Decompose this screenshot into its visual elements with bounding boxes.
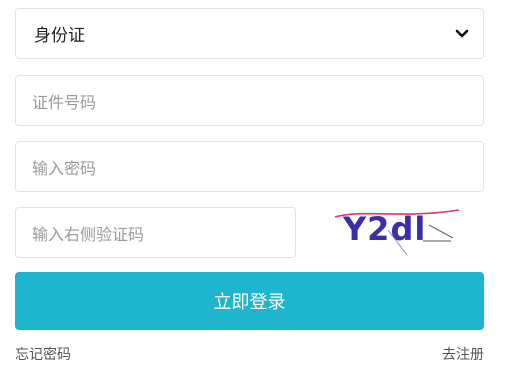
id-type-select[interactable]: 身份证 bbox=[15, 8, 484, 59]
captcha-text: Y2dl bbox=[342, 210, 426, 248]
chevron-down-icon bbox=[455, 27, 469, 41]
login-button[interactable]: 立即登录 bbox=[15, 272, 484, 330]
password-input[interactable]: 输入密码 bbox=[15, 141, 484, 192]
login-form: 身份证 证件号码 输入密码 输入右侧验证码 Y2dl 立即登录 忘记密码 去注册 bbox=[0, 0, 518, 379]
captcha-input[interactable]: 输入右侧验证码 bbox=[15, 207, 296, 258]
id-type-selected-value: 身份证 bbox=[34, 26, 85, 46]
captcha-image[interactable]: Y2dl bbox=[333, 205, 463, 257]
id-number-placeholder: 证件号码 bbox=[32, 92, 97, 112]
id-number-input[interactable]: 证件号码 bbox=[15, 75, 484, 126]
forgot-password-link[interactable]: 忘记密码 bbox=[15, 344, 71, 364]
register-link[interactable]: 去注册 bbox=[442, 344, 484, 364]
password-placeholder: 输入密码 bbox=[32, 158, 97, 178]
captcha-placeholder: 输入右侧验证码 bbox=[32, 224, 145, 244]
